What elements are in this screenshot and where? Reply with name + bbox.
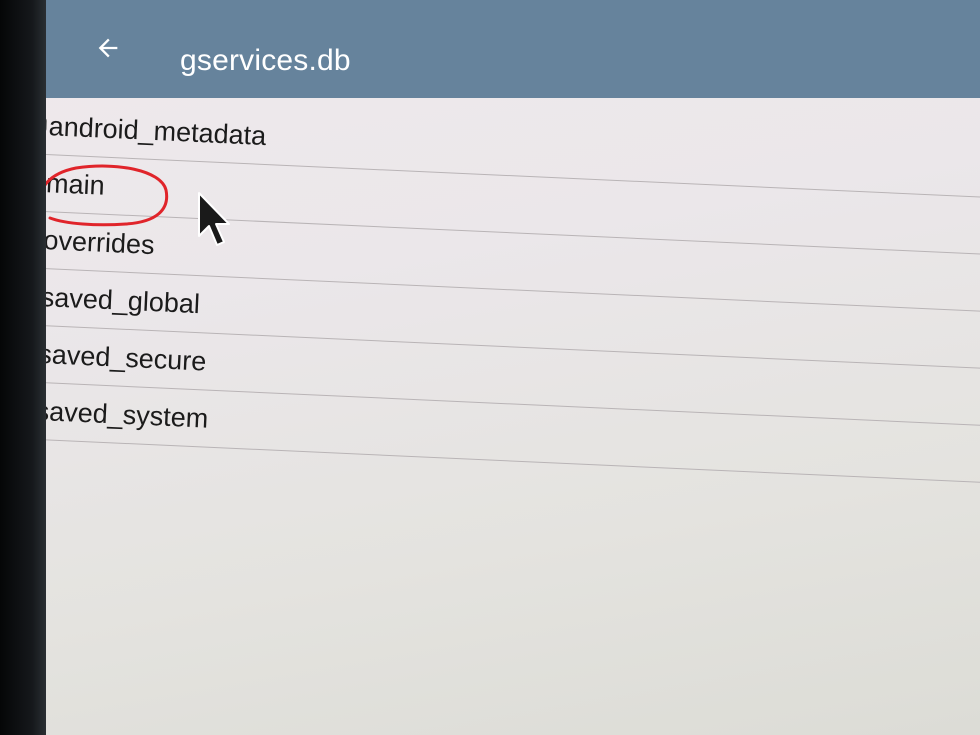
- screen: gservices.db android_metadata main overr…: [46, 0, 980, 735]
- list-item-label: saved_secure: [46, 338, 208, 377]
- arrow-left-icon: [98, 38, 118, 58]
- back-button[interactable]: [86, 26, 130, 70]
- list-item-label: saved_global: [46, 281, 201, 319]
- mouse-pointer-icon: [198, 192, 230, 246]
- device-bezel-left: [0, 0, 46, 735]
- app-bar: gservices.db: [46, 0, 980, 98]
- list-item-label: overrides: [46, 224, 156, 260]
- list-item-label: saved_system: [46, 395, 209, 434]
- table-list: android_metadata main overrides saved_gl…: [46, 98, 980, 484]
- edge-marker: [46, 117, 48, 133]
- page-title: gservices.db: [180, 44, 351, 77]
- list-item-label: main: [46, 167, 106, 201]
- list-item-label: android_metadata: [48, 110, 267, 151]
